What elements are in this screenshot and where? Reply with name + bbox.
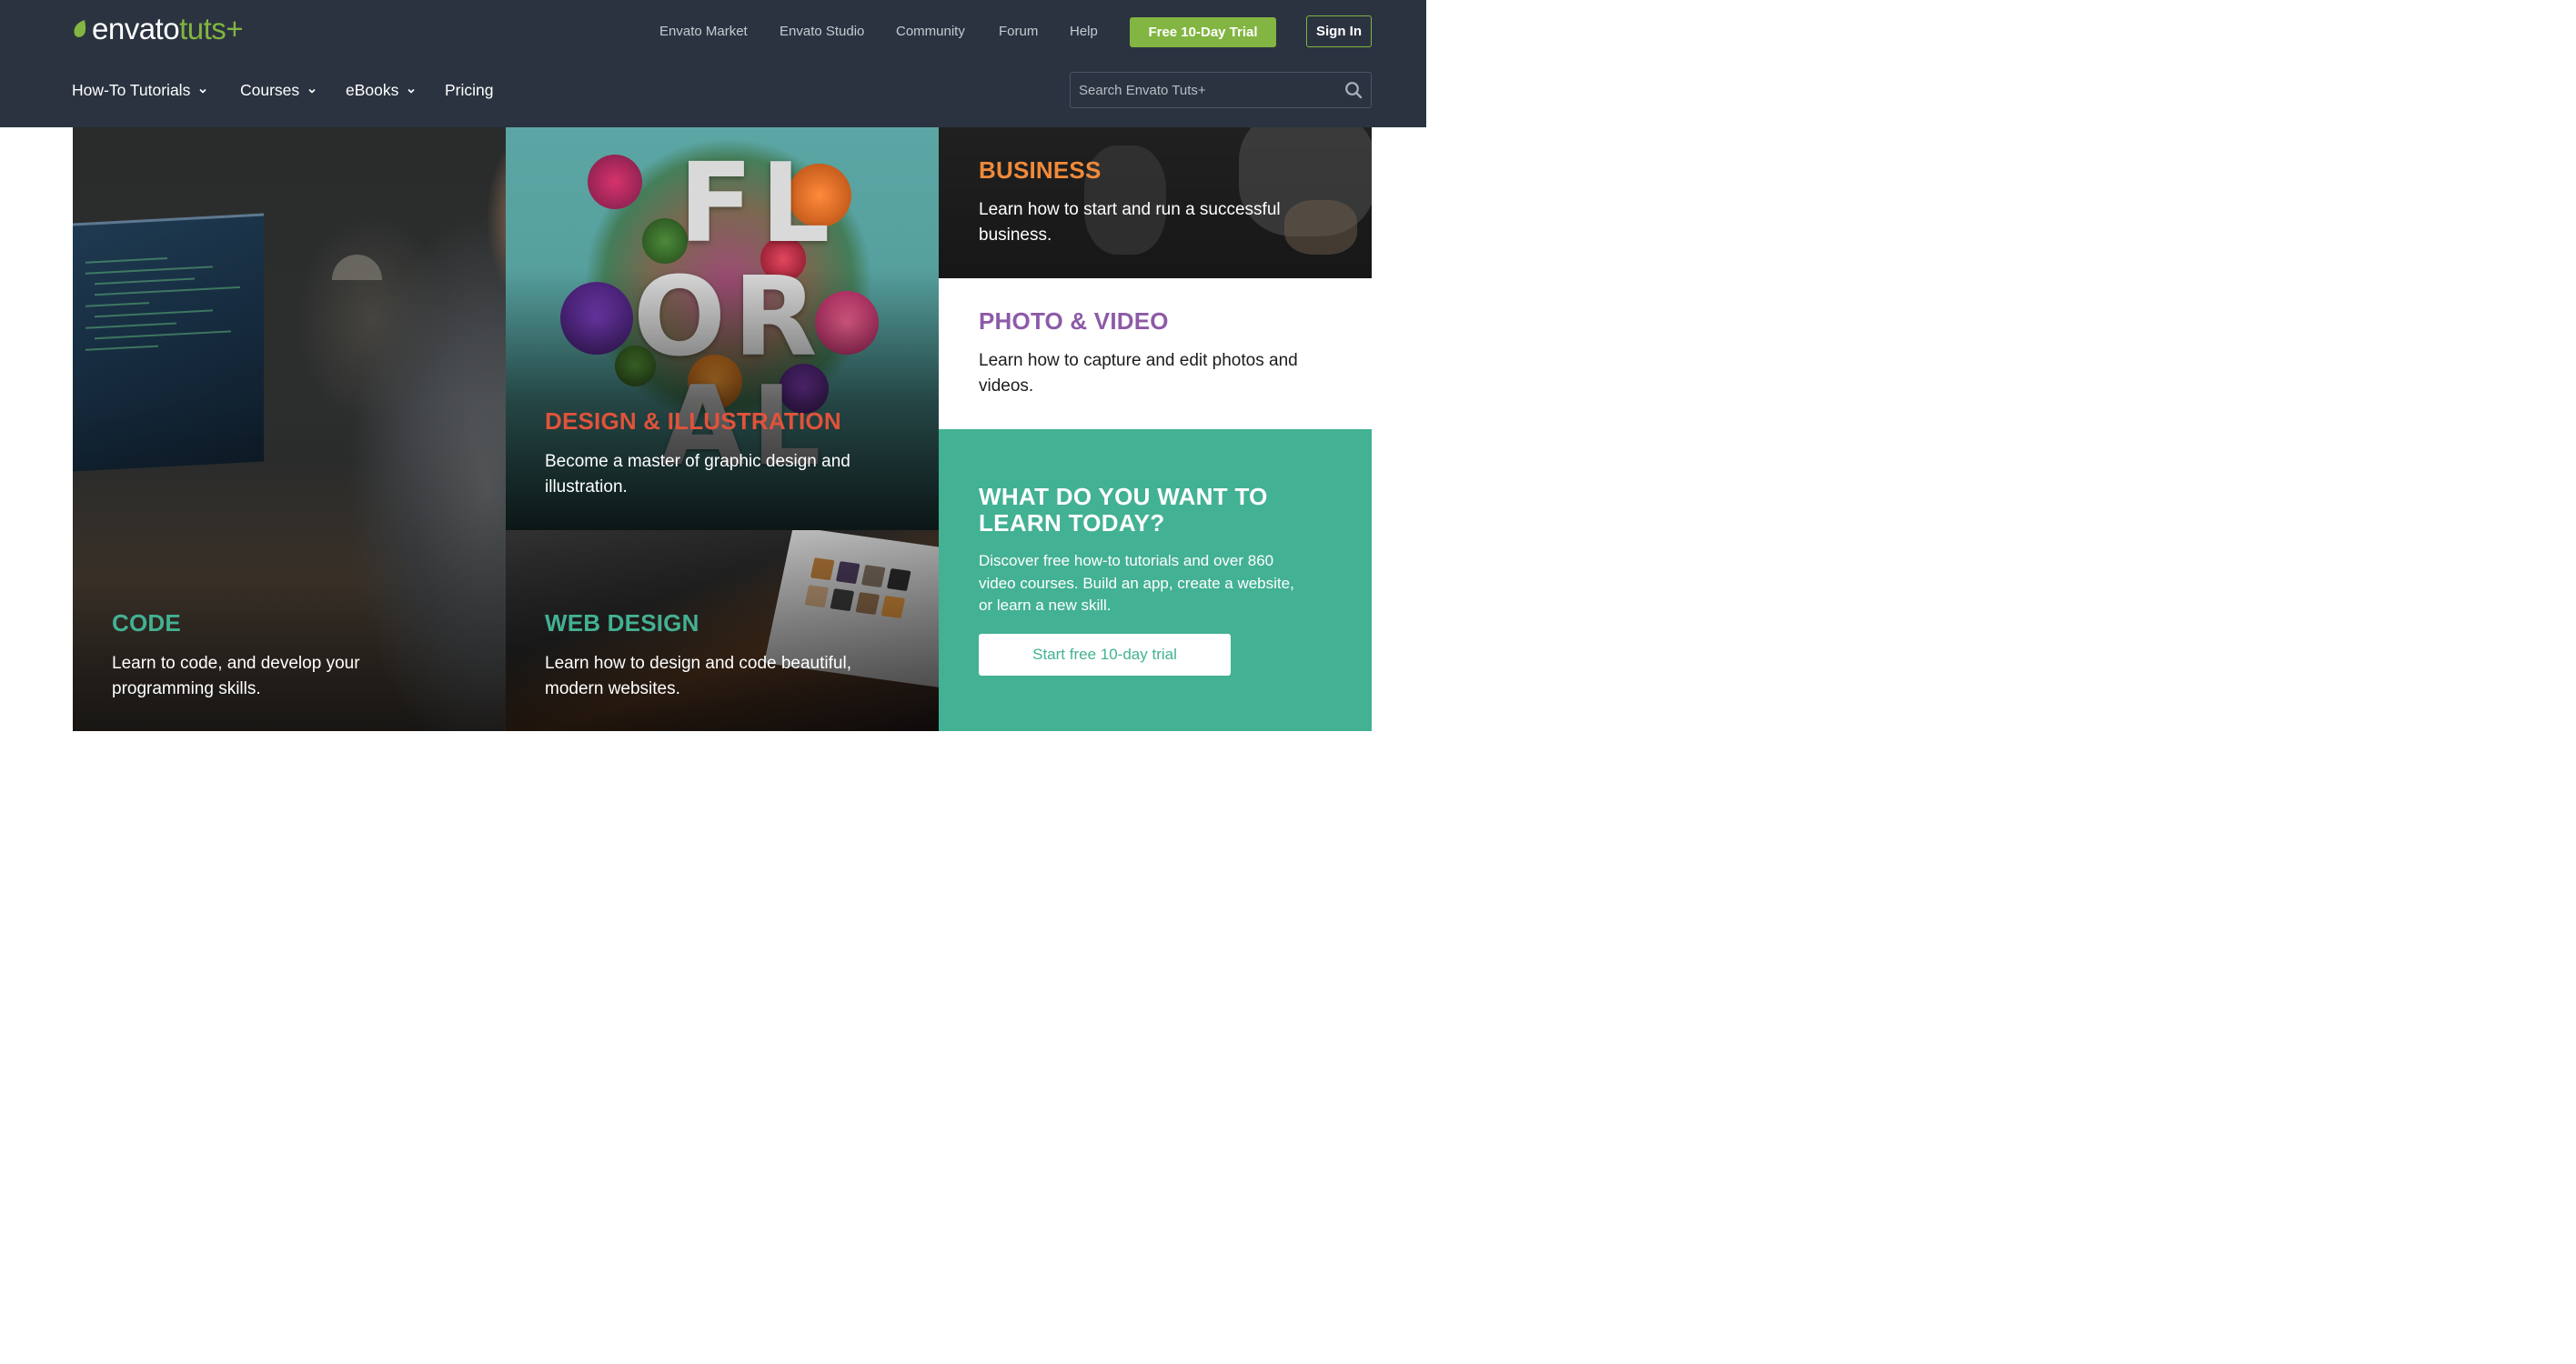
photo-video-description: Learn how to capture and edit photos and…: [979, 351, 1298, 396]
logo-text: envatotuts+: [92, 12, 244, 45]
top-link-community[interactable]: Community: [896, 24, 965, 39]
top-link-envato-market[interactable]: Envato Market: [659, 24, 748, 39]
nav-item-pricing[interactable]: Pricing: [445, 81, 494, 100]
design-title: DESIGN & ILLUSTRATION: [545, 407, 841, 435]
nav-label: eBooks: [346, 81, 399, 99]
envato-tuts-logo[interactable]: envatotuts+: [72, 11, 244, 47]
web-design-category-tile[interactable]: WEB DESIGN Learn how to design and code …: [506, 530, 939, 731]
chevron-down-icon: [408, 88, 415, 94]
top-link-envato-studio[interactable]: Envato Studio: [780, 24, 864, 39]
nav-item-how-to-tutorials[interactable]: How-To Tutorials: [72, 81, 207, 100]
nav-label: Pricing: [445, 81, 494, 99]
web-design-description: Learn how to design and code beautiful, …: [545, 654, 851, 698]
top-link-help[interactable]: Help: [1070, 24, 1098, 39]
start-free-trial-button[interactable]: Start free 10-day trial: [979, 634, 1231, 676]
nav-label: How-To Tutorials: [72, 81, 191, 99]
top-link-forum[interactable]: Forum: [999, 24, 1038, 39]
business-description: Learn how to start and run a successful …: [979, 200, 1281, 245]
cta-description: Discover free how-to tutorials and over …: [979, 552, 1294, 614]
design-illustration-category-tile[interactable]: F L O R A L DESIGN & ILLUSTRATION Become…: [506, 127, 939, 530]
site-header: envatotuts+ Envato Market Envato Studio …: [0, 0, 1426, 127]
search-box: [1070, 72, 1372, 108]
leaf-icon: [74, 20, 86, 37]
nav-item-courses[interactable]: Courses: [240, 81, 317, 100]
chevron-down-icon: [199, 88, 206, 94]
free-trial-button[interactable]: Free 10-Day Trial: [1130, 17, 1276, 47]
search-icon[interactable]: [1344, 81, 1363, 99]
nav-label: Courses: [240, 81, 300, 99]
code-category-tile[interactable]: CODE Learn to code, and develop your pro…: [73, 127, 506, 731]
design-description: Become a master of graphic design and il…: [545, 452, 850, 496]
chevron-down-icon: [308, 88, 316, 94]
sign-in-button[interactable]: Sign In: [1306, 15, 1372, 47]
code-title: CODE: [112, 609, 181, 637]
web-design-title: WEB DESIGN: [545, 609, 699, 637]
learn-today-panel: WHAT DO YOU WANT TO LEARN TODAY? Discove…: [939, 429, 1372, 731]
business-title: BUSINESS: [979, 156, 1102, 184]
business-category-tile[interactable]: BUSINESS Learn how to start and run a su…: [939, 127, 1372, 278]
cta-heading: WHAT DO YOU WANT TO LEARN TODAY?: [979, 483, 1268, 537]
search-input[interactable]: [1071, 73, 1334, 107]
photo-video-category-tile[interactable]: PHOTO & VIDEO Learn how to capture and e…: [939, 278, 1372, 429]
code-description: Learn to code, and develop your programm…: [112, 654, 360, 698]
nav-item-ebooks[interactable]: eBooks: [346, 81, 416, 100]
photo-video-title: PHOTO & VIDEO: [979, 307, 1169, 335]
